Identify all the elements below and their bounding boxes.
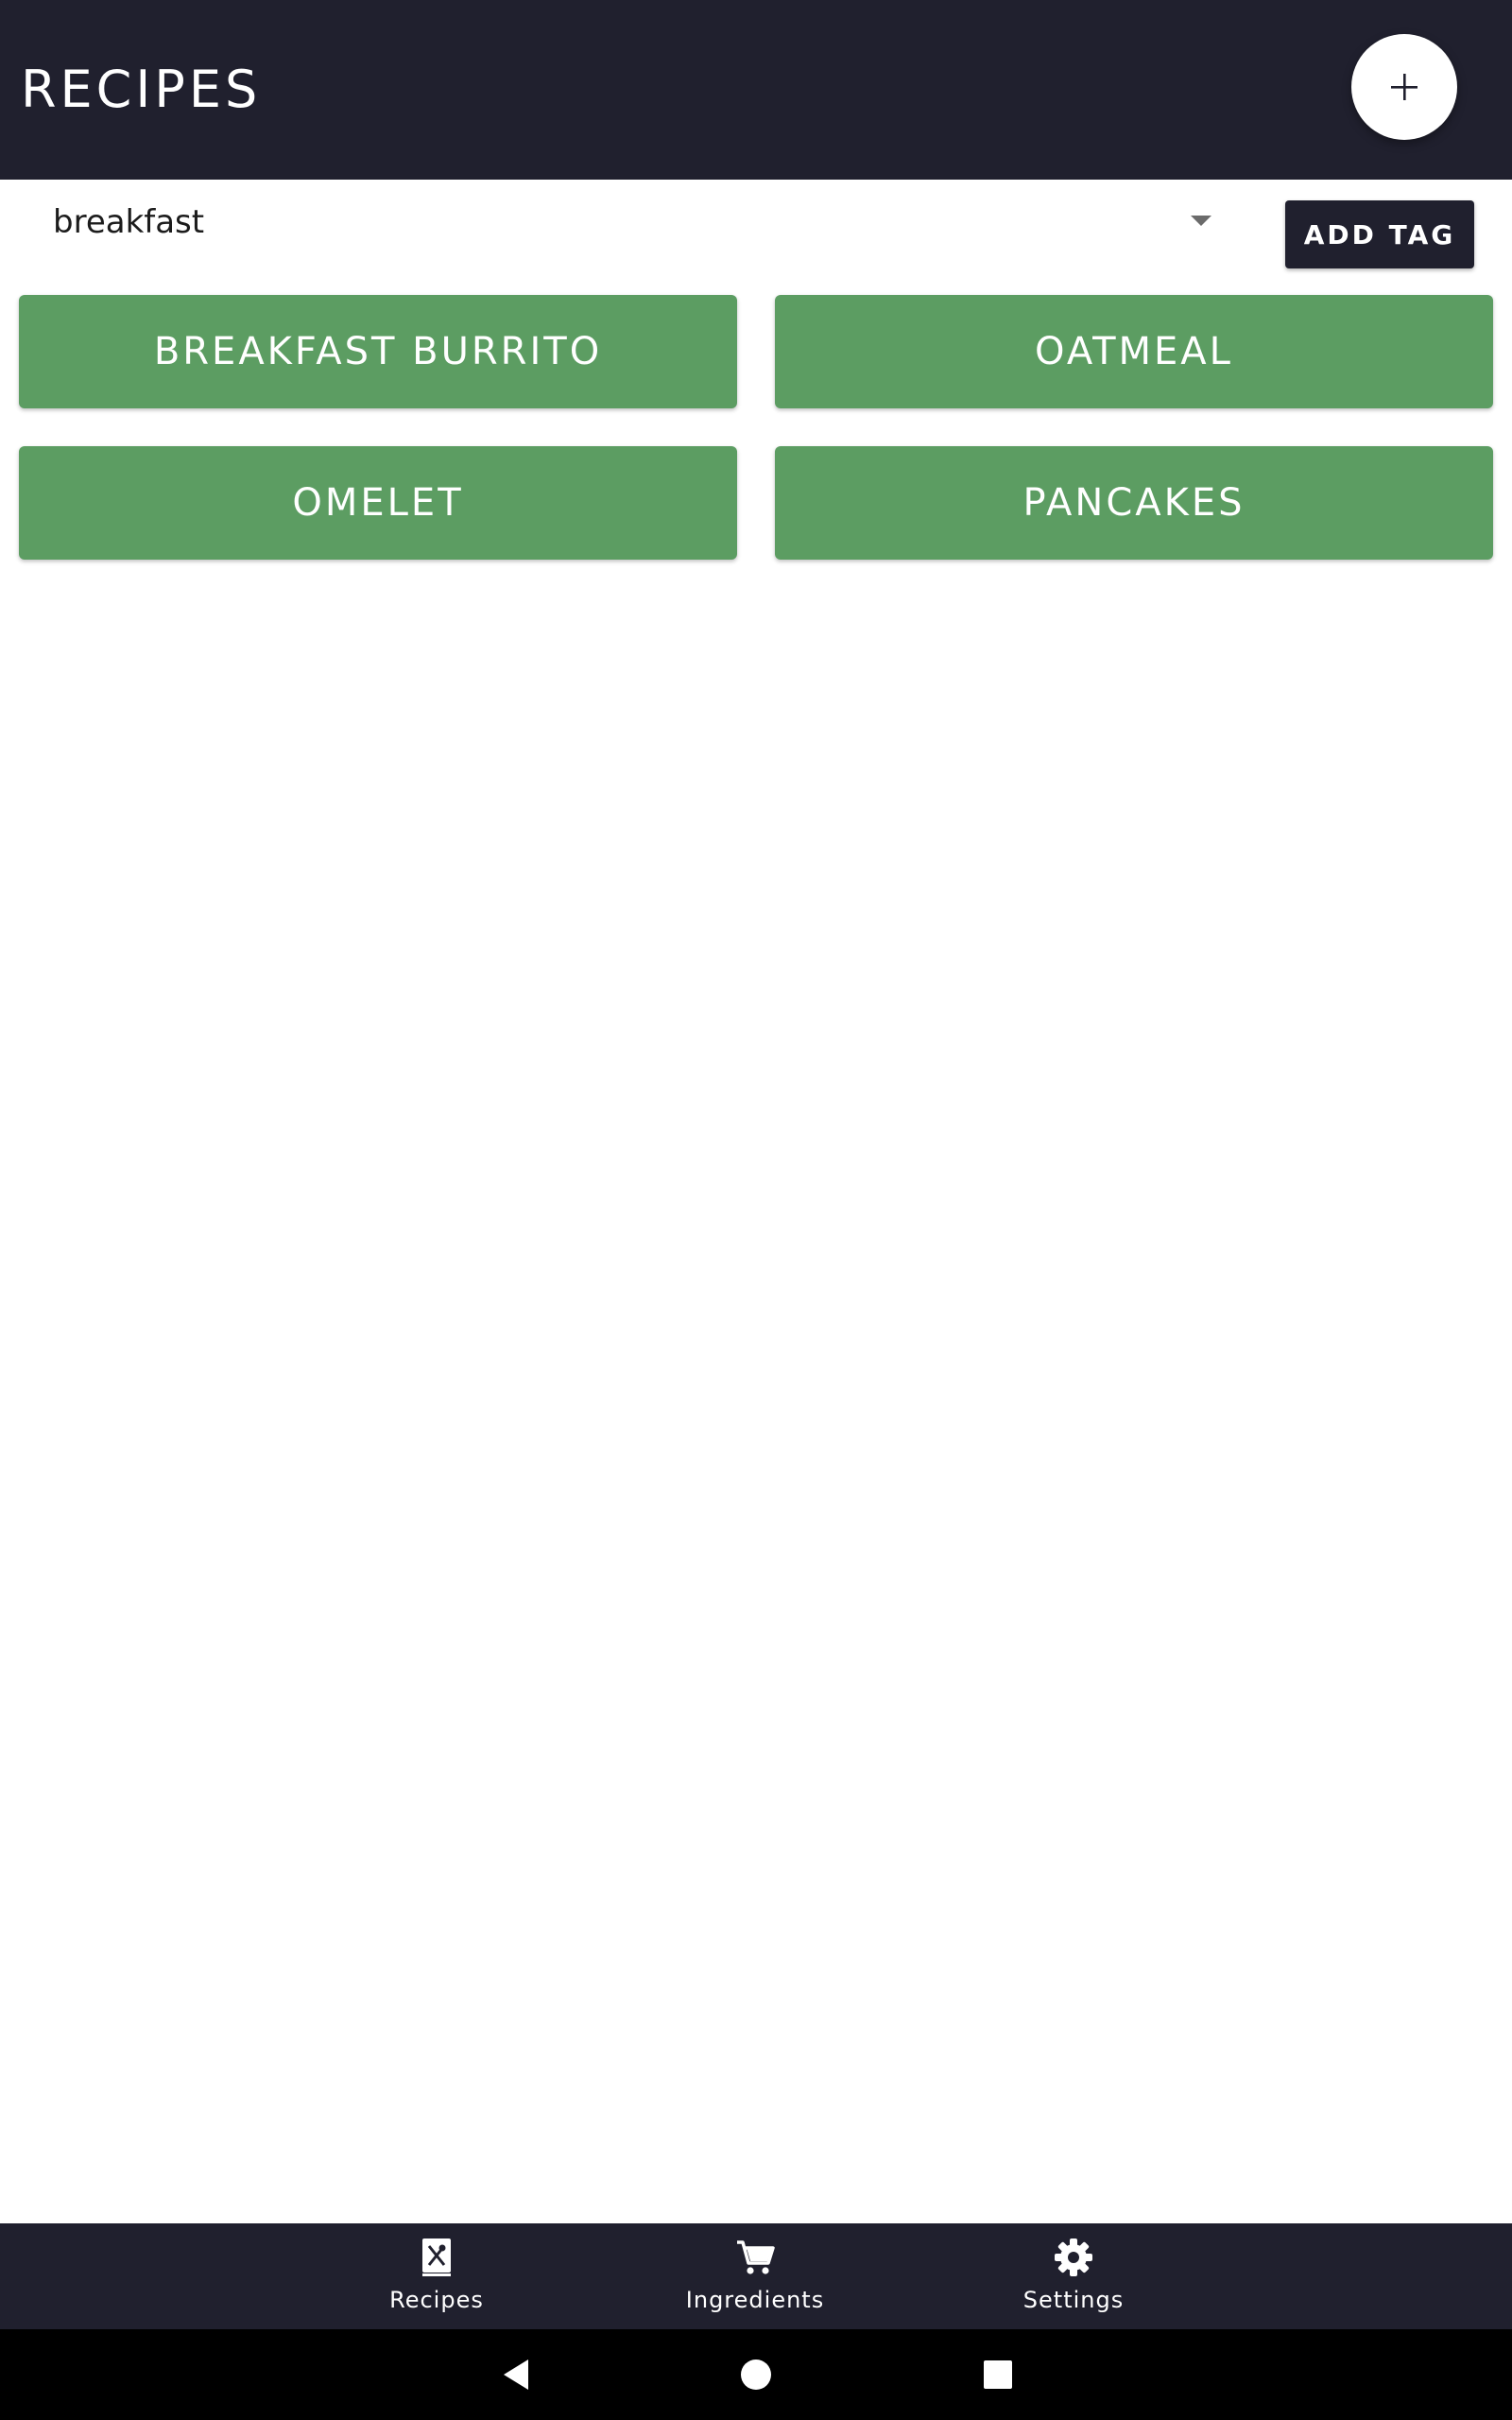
recipe-button-oatmeal[interactable]: OATMEAL <box>775 295 1493 408</box>
app-bar: RECIPES <box>0 0 1512 180</box>
nav-item-settings[interactable]: Settings <box>970 2237 1177 2320</box>
tag-select[interactable]: breakfast <box>23 199 1232 246</box>
shopping-cart-icon <box>737 2240 775 2274</box>
system-recents-button[interactable] <box>977 2354 1019 2395</box>
recipe-grid: BREAKFAST BURRITO OATMEAL OMELET PANCAKE… <box>19 295 1493 560</box>
nav-label-ingredients: Ingredients <box>685 2287 825 2313</box>
home-circle-icon <box>741 2360 771 2390</box>
nav-label-settings: Settings <box>1022 2287 1125 2313</box>
recipe-book-icon <box>422 2238 451 2276</box>
back-triangle-icon <box>504 2360 528 2390</box>
page-title: RECIPES <box>21 60 262 119</box>
system-navigation-bar <box>0 2329 1512 2420</box>
dropdown-arrow-icon <box>1191 216 1211 226</box>
gear-icon <box>1055 2238 1092 2276</box>
system-home-button[interactable] <box>735 2354 777 2395</box>
nav-label-recipes: Recipes <box>389 2287 484 2313</box>
recipe-button-omelet[interactable]: OMELET <box>19 446 737 560</box>
system-back-button[interactable] <box>495 2354 537 2395</box>
recipe-button-breakfast-burrito[interactable]: BREAKFAST BURRITO <box>19 295 737 408</box>
add-recipe-button[interactable] <box>1351 34 1457 140</box>
add-tag-button[interactable]: ADD TAG <box>1285 200 1474 268</box>
tag-select-value: breakfast <box>53 203 205 241</box>
recipe-button-pancakes[interactable]: PANCAKES <box>775 446 1493 560</box>
recents-square-icon <box>984 2360 1012 2389</box>
bottom-navigation: Recipes Ingredients Settings <box>0 2223 1512 2329</box>
tag-filter-row: breakfast ADD TAG <box>0 180 1512 284</box>
add-icon <box>1391 74 1418 100</box>
nav-item-recipes[interactable]: Recipes <box>333 2237 541 2320</box>
nav-item-ingredients[interactable]: Ingredients <box>651 2237 859 2320</box>
